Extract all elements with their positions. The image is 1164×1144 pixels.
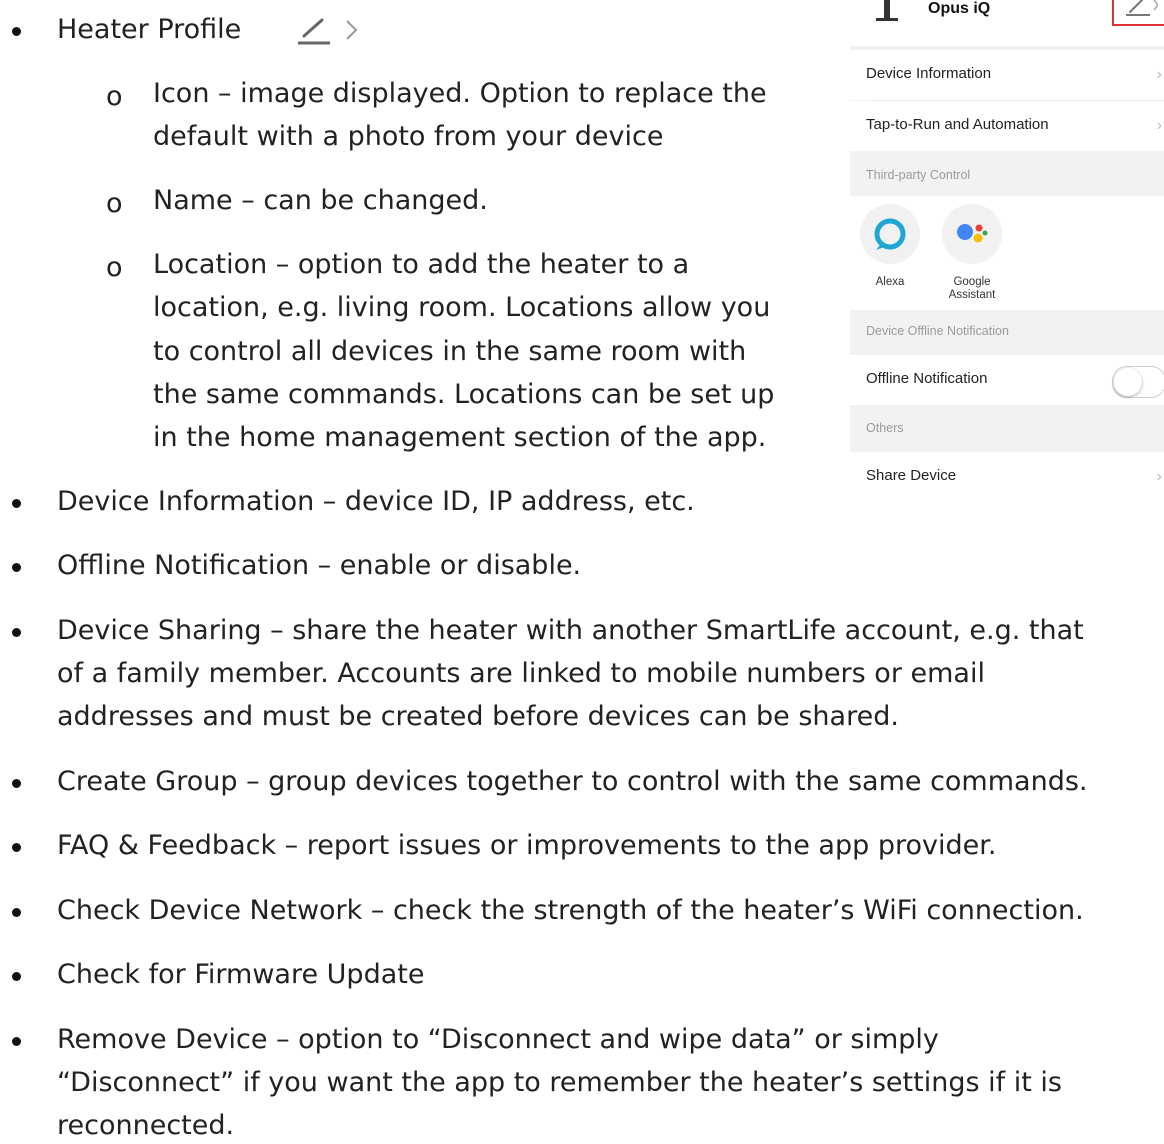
google-assistant-label: Google Assistant: [938, 276, 1006, 302]
bullet: [12, 1037, 21, 1046]
section-others: Others: [866, 421, 904, 435]
sub-item-name: Name – can be changed.: [153, 185, 488, 216]
pencil-icon: [298, 18, 330, 45]
chevron-right-icon: ›: [1156, 468, 1162, 485]
google-assistant-icon: [957, 224, 988, 243]
item-remove-device: Remove Device – option to “Disconnect an…: [57, 1024, 939, 1055]
pencil-icon: [1126, 0, 1158, 16]
item-remove-device-cont: reconnected.: [57, 1110, 235, 1141]
sub-item-icon-cont: default with a photo from your device: [153, 121, 664, 152]
row-label: Tap-to-Run and Automation: [866, 116, 1049, 133]
bullet: [12, 563, 21, 572]
app-settings-screenshot: Opus iQ Device Information › Tap-to-Run …: [850, 0, 1164, 500]
sub-bullet: o: [106, 188, 123, 219]
section-third-party: Third-party Control: [866, 168, 971, 182]
chevron-right-icon: ›: [1156, 117, 1162, 134]
row-tap-to-run[interactable]: Tap-to-Run and Automation ›: [850, 101, 1164, 151]
app-header: Opus iQ: [850, 0, 1164, 46]
edit-profile-button[interactable]: [1112, 0, 1164, 26]
chevron-right-icon: [346, 20, 358, 40]
row-device-information[interactable]: Device Information ›: [850, 50, 1164, 100]
row-label: Device Information: [866, 65, 992, 82]
item-firmware-update: Check for Firmware Update: [57, 959, 425, 990]
bullet: [12, 499, 21, 508]
alexa-icon: [874, 218, 906, 250]
section-offline: Device Offline Notification: [866, 324, 1009, 338]
device-icon: [876, 0, 898, 21]
sub-item-location-cont: to control all devices in the same room …: [153, 336, 747, 367]
bullet: [12, 628, 21, 637]
item-create-group: Create Group – group devices together to…: [57, 766, 1088, 797]
bullet: [12, 843, 21, 852]
third-party-panel: Alexa Google Assistant: [850, 196, 1164, 310]
row-label: Offline Notification: [866, 370, 988, 387]
offline-notification-toggle[interactable]: [1112, 366, 1164, 398]
google-label-line: Google: [953, 276, 991, 288]
item-faq-feedback: FAQ & Feedback – report issues or improv…: [57, 830, 997, 861]
alexa-button[interactable]: [860, 204, 920, 264]
sub-item-location-cont: the same commands. Locations can be set …: [153, 379, 775, 410]
item-device-sharing-cont: addresses and must be created before dev…: [57, 701, 899, 732]
toggle-knob: [1114, 368, 1142, 396]
bullet: [12, 27, 21, 36]
sub-item-location: Location – option to add the heater to a: [153, 249, 690, 280]
row-share-device[interactable]: Share Device ›: [850, 452, 1164, 500]
google-label-line: Assistant: [948, 289, 996, 301]
google-assistant-button[interactable]: [942, 204, 1002, 264]
sub-item-icon: Icon – image displayed. Option to replac…: [153, 78, 767, 109]
row-label: Share Device: [866, 467, 957, 484]
device-name: Opus iQ: [928, 0, 991, 17]
item-offline-notification: Offline Notification – enable or disable…: [57, 550, 582, 581]
item-device-sharing: Device Sharing – share the heater with a…: [57, 615, 1084, 646]
heading-heater-profile: Heater Profile: [57, 14, 242, 45]
bullet: [12, 972, 21, 981]
item-device-information: Device Information – device ID, IP addre…: [57, 486, 695, 517]
alexa-label: Alexa: [875, 276, 905, 288]
bullet: [12, 908, 21, 917]
sub-bullet: o: [106, 252, 123, 283]
chevron-right-icon: ›: [1156, 66, 1162, 83]
document: Heater Profile o Icon – image displayed.…: [0, 0, 1164, 1141]
sub-item-location-cont: in the home management section of the ap…: [153, 422, 767, 453]
sub-bullet: o: [106, 81, 123, 112]
sub-item-location-cont: location, e.g. living room. Locations al…: [153, 292, 771, 323]
item-check-network: Check Device Network – check the strengt…: [57, 895, 1084, 926]
item-device-sharing-cont: of a family member. Accounts are linked …: [57, 658, 985, 689]
item-remove-device-cont: “Disconnect” if you want the app to reme…: [57, 1067, 1062, 1098]
bullet: [12, 779, 21, 788]
